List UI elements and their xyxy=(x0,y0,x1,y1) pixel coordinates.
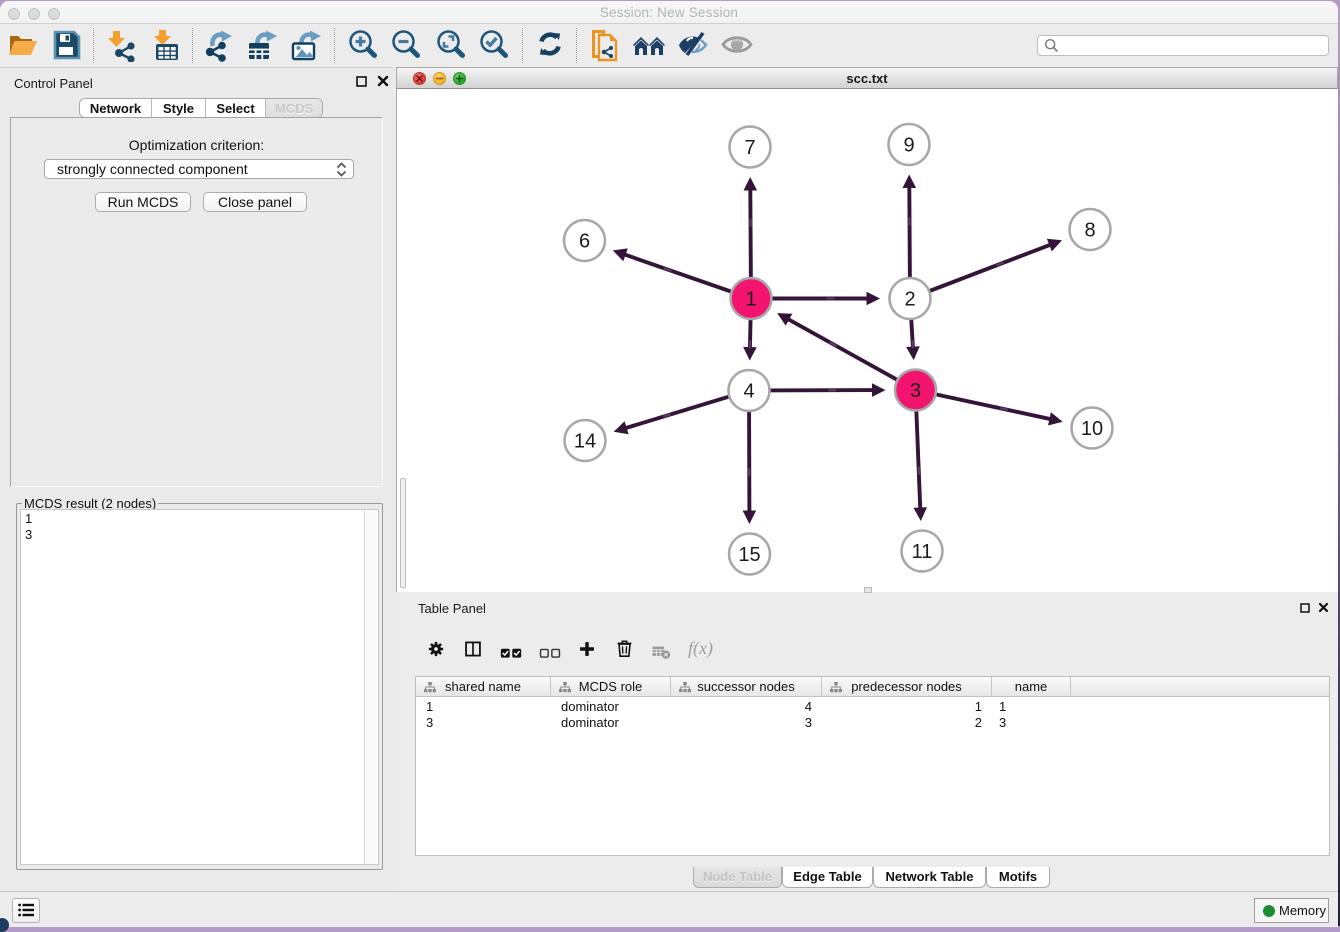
svg-text:1: 1 xyxy=(745,289,756,311)
svg-text:2: 2 xyxy=(904,289,915,311)
svg-text:3: 3 xyxy=(910,380,921,402)
svg-text:8: 8 xyxy=(1084,220,1095,242)
svg-text:10: 10 xyxy=(1081,418,1103,440)
svg-text:11: 11 xyxy=(912,541,933,563)
svg-text:14: 14 xyxy=(574,431,596,453)
svg-text:6: 6 xyxy=(579,231,590,253)
svg-text:7: 7 xyxy=(744,137,755,159)
svg-text:4: 4 xyxy=(743,381,754,403)
svg-text:15: 15 xyxy=(738,544,760,566)
svg-text:9: 9 xyxy=(903,135,914,157)
